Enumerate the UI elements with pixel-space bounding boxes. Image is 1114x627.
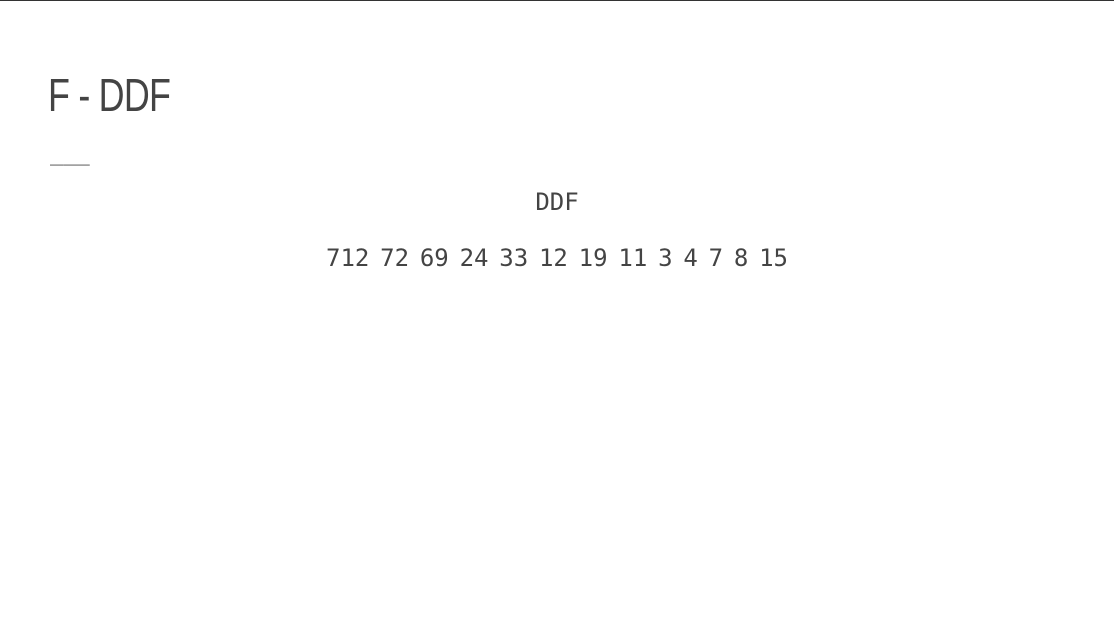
value-item: 15 <box>759 244 788 272</box>
value-item: 69 <box>419 244 449 272</box>
value-item: 7 <box>708 244 724 272</box>
value-item: 11 <box>618 244 648 272</box>
slide-content: DDF 712 72 69 24 33 12 19 11 3 4 7 8 15 <box>0 185 1114 275</box>
value-item: 72 <box>380 244 410 272</box>
value-item: 24 <box>459 244 489 272</box>
slide-page: F - DDF ___ DDF 712 72 69 24 33 12 19 11… <box>0 0 1114 627</box>
value-item: 19 <box>578 244 608 272</box>
slide-title: F - DDF <box>48 69 171 121</box>
content-heading: DDF <box>535 188 579 216</box>
value-item: 8 <box>733 244 749 272</box>
value-item: 12 <box>538 244 568 272</box>
value-item: 4 <box>683 244 698 272</box>
title-divider: ___ <box>50 141 90 166</box>
value-item: 712 <box>326 244 370 272</box>
value-item: 33 <box>499 244 529 272</box>
value-sequence: 712 72 69 24 33 12 19 11 3 4 7 8 15 <box>0 241 1114 275</box>
value-item: 3 <box>658 244 673 272</box>
